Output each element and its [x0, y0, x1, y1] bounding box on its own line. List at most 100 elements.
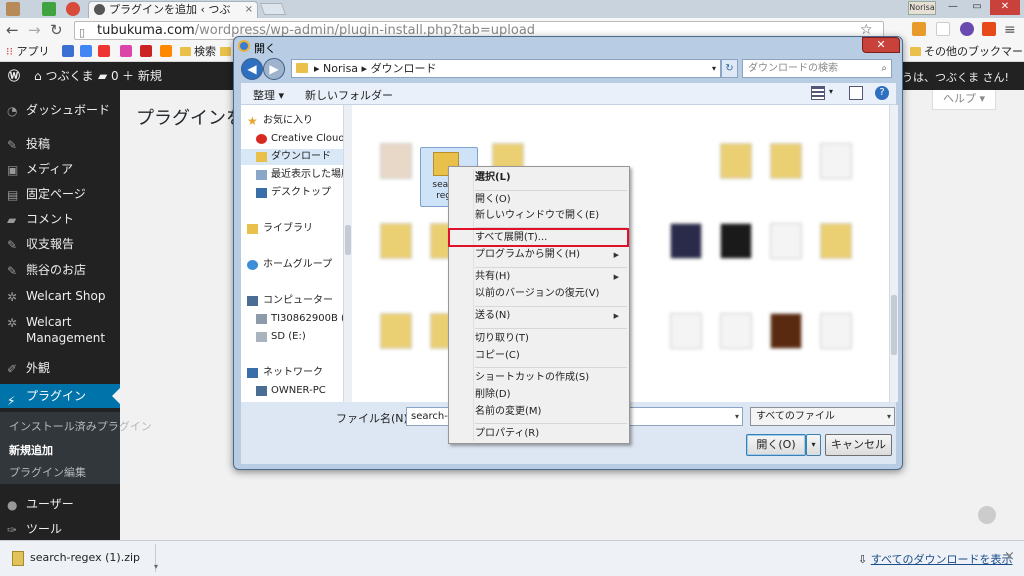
menu-welcart-shop[interactable]: ✲ Welcart Shop [0, 288, 120, 304]
download-item[interactable]: search-regex (1).zip ▾ [6, 544, 158, 572]
minimize-button[interactable]: — [942, 0, 964, 15]
menu-income-report[interactable]: ✎ 収支報告 [0, 236, 120, 252]
address-path[interactable]: ▸ Norisa ▸ ダウンロード ▾ [291, 59, 721, 78]
open-button[interactable]: 開く(O) [746, 434, 806, 456]
submenu-installed-plugins[interactable]: インストール済みプラグイン [9, 418, 152, 434]
menu-item-send-to[interactable]: 送る(N) ▶ [475, 308, 625, 324]
menu-item-properties[interactable]: プロパティ(R) [475, 426, 625, 442]
forward-arrow-icon[interactable]: → [28, 22, 41, 38]
file-item[interactable] [762, 143, 810, 201]
bookmark-favicon-icon[interactable] [140, 45, 152, 57]
chevron-down-icon[interactable]: ▾ [712, 60, 716, 77]
help-icon[interactable]: ? [875, 86, 889, 100]
show-all-downloads-link[interactable]: ⇩ すべてのダウンロードを表示 [858, 551, 1013, 567]
file-item[interactable] [812, 313, 860, 371]
search-bookmark[interactable]: 検索 [180, 45, 216, 59]
menu-item-rename[interactable]: 名前の変更(M) [475, 404, 625, 420]
nav-owner-pc[interactable]: OWNER-PC [241, 383, 349, 399]
apps-bookmark[interactable]: ⁝⁝ アプリ [6, 45, 50, 59]
new-content-link[interactable]: ＋ 新規 [122, 69, 162, 83]
new-folder-button[interactable]: 新しいフォルダー [305, 87, 393, 103]
menu-item-restore-previous[interactable]: 以前のバージョンの復元(V) [475, 286, 625, 302]
other-bookmarks[interactable]: その他のブックマーク [910, 45, 1024, 59]
menu-plugins[interactable]: ⚡ プラグイン [0, 384, 120, 408]
file-item[interactable] [372, 143, 420, 201]
profile-badge[interactable]: Norisa [908, 1, 936, 15]
bookmark-favicon-icon[interactable] [160, 45, 172, 57]
scroll-thumb[interactable] [891, 295, 897, 355]
back-arrow-icon[interactable]: ← [6, 22, 19, 38]
nav-libraries[interactable]: ライブラリ [241, 221, 349, 237]
preview-pane-icon[interactable] [849, 86, 863, 100]
menu-icon[interactable]: ≡ [1004, 22, 1016, 38]
submenu-plugin-editor[interactable]: プラグイン編集 [9, 464, 86, 480]
submenu-add-new[interactable]: 新規追加 [9, 442, 53, 458]
nav-creative-cloud[interactable]: Creative Cloud [241, 131, 349, 147]
folder-search-input[interactable]: ダウンロードの検索 ⌕ [742, 59, 892, 78]
view-options-icon[interactable] [811, 86, 825, 100]
menu-item-open[interactable]: 開く(O) [475, 192, 625, 208]
file-item[interactable] [712, 313, 760, 371]
nav-favorites[interactable]: ★ お気に入り [241, 113, 349, 129]
menu-item-share[interactable]: 共有(H) ▶ [475, 269, 625, 285]
extension-icon[interactable] [912, 22, 926, 36]
wp-logo-icon[interactable]: Ⓦ [8, 69, 20, 83]
nav-network[interactable]: ネットワーク [241, 365, 349, 381]
nav-downloads[interactable]: ダウンロード [241, 149, 349, 165]
tab-favicon-user-icon[interactable] [6, 2, 20, 16]
open-options-chevron-icon[interactable]: ▾ [806, 434, 821, 456]
chevron-down-icon[interactable]: ▾ [735, 408, 739, 425]
cancel-button[interactable]: キャンセル [825, 434, 892, 456]
help-tab[interactable]: ヘルプ ▾ [932, 90, 996, 110]
menu-tools[interactable]: ✑ ツール [0, 521, 120, 537]
bookmark-favicon-icon[interactable] [62, 45, 74, 57]
comments-link[interactable]: ▰ 0 [98, 69, 119, 83]
close-window-button[interactable]: ✕ [990, 0, 1020, 15]
nav-homegroup[interactable]: ホームグループ [241, 257, 349, 273]
nav-computer[interactable]: コンピューター [241, 293, 349, 309]
close-icon[interactable]: × [1004, 549, 1015, 564]
nav-pane-scrollbar[interactable] [343, 105, 352, 402]
menu-dashboard[interactable]: ◔ ダッシュボード [0, 102, 120, 118]
forward-circle-icon[interactable]: ▶ [263, 58, 285, 80]
chevron-down-icon[interactable]: ▾ [829, 87, 833, 96]
menu-item-open-with[interactable]: プログラムから開く(H) ▶ [475, 247, 625, 263]
tab-active[interactable]: プラグインを追加 ‹ つぶ × [88, 1, 258, 18]
nav-recent-places[interactable]: 最近表示した場所 [241, 167, 349, 183]
file-item[interactable] [662, 313, 710, 371]
menu-item-copy[interactable]: コピー(C) [475, 348, 625, 364]
refresh-icon[interactable]: ↻ [721, 59, 738, 78]
nav-drive-e[interactable]: SD (E:) [241, 329, 349, 345]
file-item[interactable] [372, 313, 420, 371]
tab-favicon-green-icon[interactable] [42, 2, 56, 16]
new-tab-button[interactable] [259, 3, 287, 15]
menu-item-select[interactable]: 選択(L) [475, 170, 625, 186]
dialog-close-button[interactable]: ✕ [862, 37, 900, 53]
file-item[interactable] [662, 223, 710, 281]
nav-drive-c[interactable]: TI30862900B (C:) [241, 311, 349, 327]
menu-posts[interactable]: ✎ 投稿 [0, 136, 120, 152]
file-item[interactable] [712, 223, 760, 281]
menu-welcart-management[interactable]: ✲ Welcart Management [0, 314, 120, 346]
extension-icon[interactable] [982, 22, 996, 36]
file-item[interactable] [372, 223, 420, 281]
tab-favicon-red-icon[interactable] [66, 2, 80, 16]
maximize-button[interactable]: ▭ [966, 0, 988, 15]
menu-item-open-new-window[interactable]: 新しいウィンドウで開く(E) [475, 208, 625, 224]
file-item[interactable] [812, 223, 860, 281]
site-name-link[interactable]: ⌂ つぶくま [34, 69, 93, 83]
file-list-scrollbar[interactable] [889, 105, 898, 402]
menu-kumagaya-shops[interactable]: ✎ 熊谷のお店 [0, 262, 120, 278]
reload-icon[interactable]: ↻ [50, 22, 63, 38]
menu-users[interactable]: ● ユーザー [0, 496, 120, 512]
menu-item-delete[interactable]: 削除(D) [475, 387, 625, 403]
file-item[interactable] [762, 223, 810, 281]
path-user[interactable]: Norisa [323, 62, 358, 75]
file-item[interactable] [712, 143, 760, 201]
path-downloads[interactable]: ダウンロード [371, 62, 437, 75]
file-item[interactable] [762, 313, 810, 371]
bookmark-favicon-icon[interactable] [80, 45, 92, 57]
file-item[interactable] [812, 143, 860, 201]
tab-close-icon[interactable]: × [245, 2, 253, 17]
back-circle-icon[interactable]: ◀ [241, 58, 263, 80]
